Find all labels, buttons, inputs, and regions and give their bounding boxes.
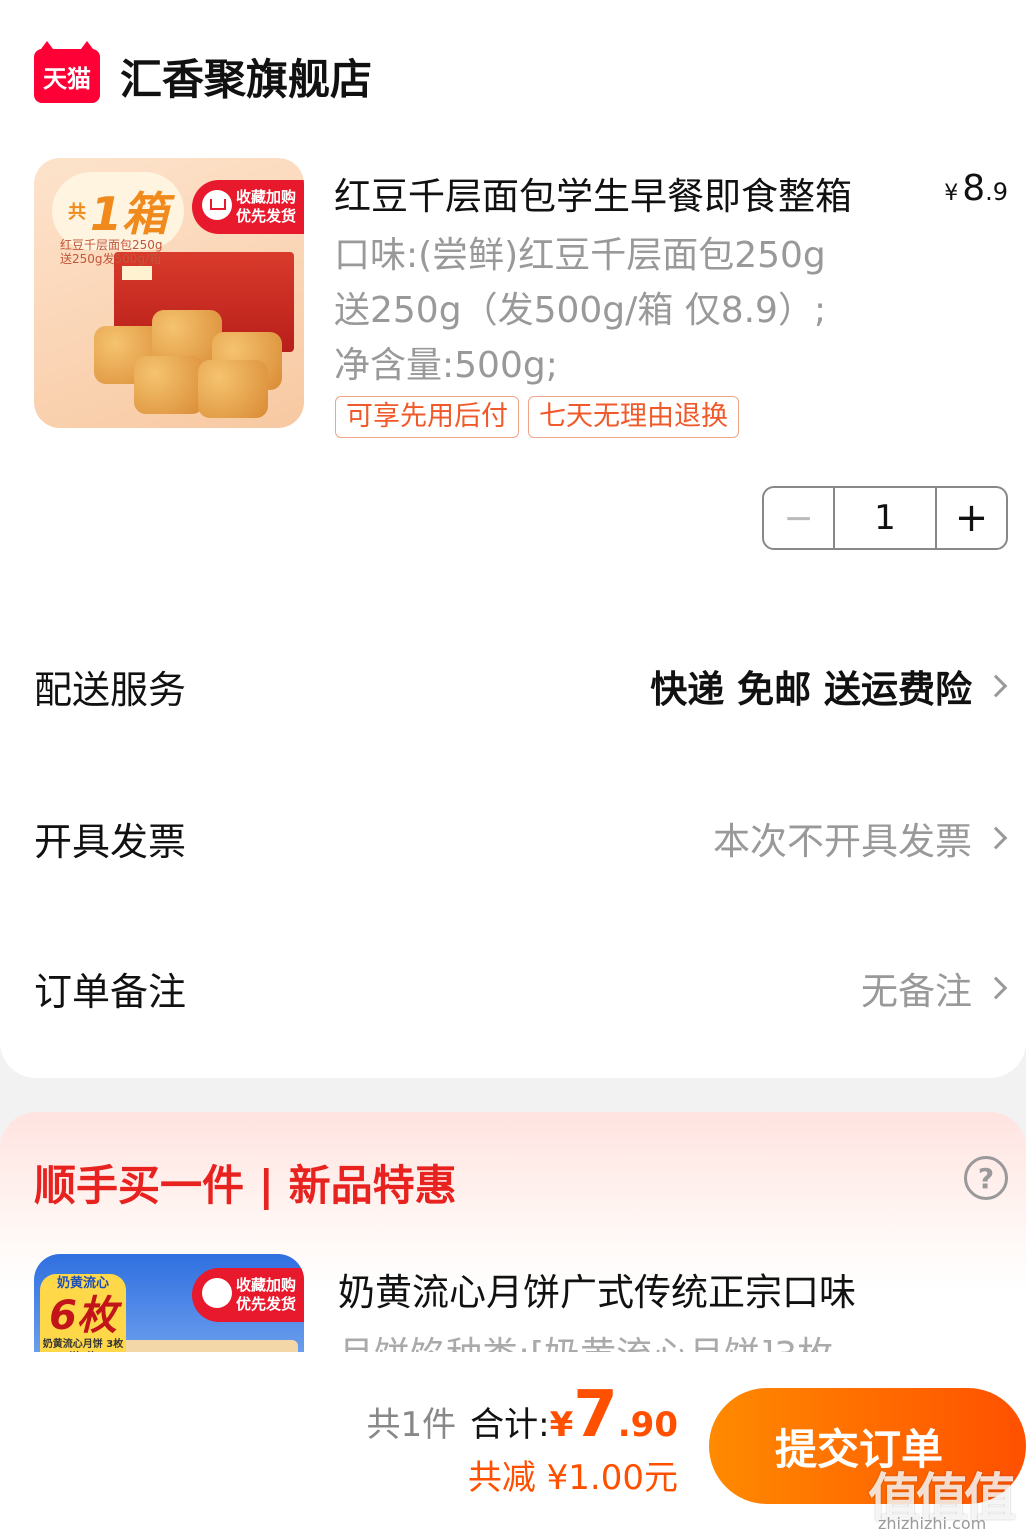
tmall-logo-icon: 天猫: [34, 41, 100, 103]
fav-line-1: 收藏加购: [236, 1276, 297, 1294]
caption-line-2: 送250g发500g/箱: [60, 252, 162, 266]
increase-button[interactable]: +: [937, 488, 1006, 548]
note-value: 无备注: [861, 961, 1010, 1015]
image-caption: 红豆千层面包250g 送250g发500g/箱: [60, 238, 163, 266]
price-dec: .9: [985, 178, 1008, 206]
quantity-stepper[interactable]: − 1 +: [762, 486, 1008, 550]
total-label: 合计:: [470, 1405, 550, 1445]
invoice-row[interactable]: 开具发票 本次不开具发票: [34, 808, 1010, 868]
price-symbol: ¥: [944, 181, 959, 206]
bread-graphic: [94, 306, 284, 418]
item-count: 共1件: [366, 1405, 457, 1445]
cart-icon: [202, 1278, 232, 1308]
chevron-right-icon: [984, 976, 1008, 1000]
delivery-label: 配送服务: [34, 667, 187, 712]
chevron-right-icon: [984, 674, 1008, 698]
delivery-row[interactable]: 配送服务 快递 免邮 送运费险: [34, 656, 1010, 716]
price-int: 8: [962, 168, 986, 209]
decrease-button[interactable]: −: [764, 488, 835, 548]
upsell-title: 顺手买一件 | 新品特惠: [34, 1161, 457, 1210]
watermark-url: zhizhizhi.com: [878, 1514, 987, 1533]
invoice-label: 开具发票: [34, 819, 187, 864]
quantity-input[interactable]: 1: [835, 488, 937, 548]
product-price: ¥8.9: [944, 168, 1008, 209]
fav-line-2: 优先发货: [236, 207, 297, 225]
invoice-value: 本次不开具发票: [713, 811, 1010, 865]
total-int: 7: [573, 1378, 618, 1452]
total-dec: .90: [617, 1405, 678, 1445]
delivery-value: 快递 免邮 送运费险: [650, 659, 1010, 713]
tag-seven-day-return: 七天无理由退换: [528, 396, 739, 438]
store-header[interactable]: 天猫 汇香聚旗舰店: [34, 41, 372, 107]
fav-line-2: 优先发货: [236, 1295, 297, 1313]
spec-line-1: 口味:(尝鲜)红豆千层面包250g: [334, 235, 826, 276]
product-image[interactable]: 共 1箱 红豆千层面包250g 送250g发500g/箱 收藏加购 优先发货: [34, 158, 304, 428]
product-spec[interactable]: 口味:(尝鲜)红豆千层面包250g 送250g（发500g/箱 仅8.9）; 净…: [334, 228, 826, 393]
note-row[interactable]: 订单备注 无备注: [34, 958, 1010, 1018]
checkout-bar: 共1件 合计: ¥ 7 .90 共减 ¥1.00元 提交订单 值值值 zhizh…: [0, 1352, 1026, 1538]
invoice-value-text: 本次不开具发票: [713, 820, 972, 863]
order-total: 共1件 合计: ¥ 7 .90: [366, 1378, 678, 1452]
total-currency: ¥: [549, 1405, 574, 1445]
spec-line-3: 净含量:500g;: [334, 345, 558, 386]
caption-line-1: 红豆千层面包250g: [60, 238, 163, 252]
tmall-logo-text: 天猫: [43, 64, 91, 93]
note-label: 订单备注: [34, 969, 187, 1014]
delivery-value-text: 快递 免邮 送运费险: [650, 668, 972, 711]
upsell-product-name[interactable]: 奶黄流心月饼广式传统正宗口味: [338, 1262, 856, 1316]
badge-big-text: 1箱: [89, 187, 168, 241]
product-title[interactable]: 红豆千层面包学生早餐即食整箱: [334, 166, 852, 220]
fav-line-1: 收藏加购: [236, 188, 297, 206]
discount-text: 共减 ¥1.00元: [467, 1458, 678, 1498]
tag-pay-later: 可享先用后付: [335, 396, 519, 438]
chevron-right-icon: [984, 826, 1008, 850]
favorite-badge: 收藏加购 优先发货: [192, 1268, 304, 1322]
spec-line-2: 送250g（发500g/箱 仅8.9）;: [334, 290, 827, 331]
help-icon[interactable]: ?: [964, 1156, 1008, 1200]
note-value-text: 无备注: [861, 970, 972, 1013]
store-name[interactable]: 汇香聚旗舰店: [120, 46, 372, 107]
order-card: 天猫 汇香聚旗舰店 共 1箱 红豆千层面包250g 送250g发500g/箱 收…: [0, 0, 1026, 1078]
favorite-badge: 收藏加购 优先发货: [192, 180, 304, 234]
cart-icon: [202, 190, 232, 220]
badge-top-text: 奶黄流心: [56, 1276, 109, 1291]
badge-small-text: 共: [67, 202, 86, 223]
service-tags: 可享先用后付 七天无理由退换: [335, 396, 748, 438]
badge-num-text: 6枚: [49, 1293, 117, 1339]
